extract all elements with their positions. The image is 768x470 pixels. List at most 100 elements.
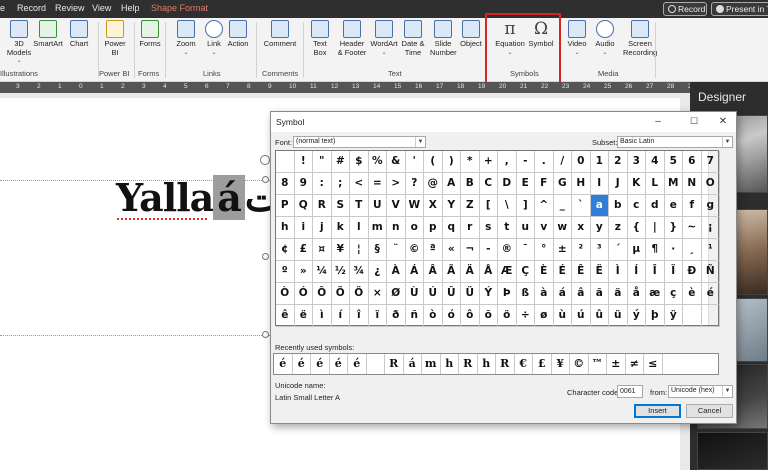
recent-symbol-cell[interactable]: £ [533, 354, 552, 374]
symbol-cell[interactable]: ² [572, 239, 591, 261]
symbol-cell[interactable]: < [350, 173, 369, 195]
recent-symbol-cell[interactable]: ≤ [644, 354, 663, 374]
symbol-cell[interactable]: J [609, 173, 628, 195]
menu-item-3[interactable]: View [92, 3, 111, 13]
symbol-cell[interactable]: Û [442, 283, 461, 305]
symbol-cell[interactable]: ú [572, 305, 591, 327]
symbol-cell[interactable]: ì [313, 305, 332, 327]
slide-number-button[interactable]: Slide Number [430, 20, 457, 57]
symbol-cell[interactable]: Ü [461, 283, 480, 305]
symbol-cell[interactable]: c [627, 195, 646, 217]
symbol-cell[interactable]: $ [350, 151, 369, 173]
recent-symbol-cell[interactable]: R [459, 354, 478, 374]
menu-item-2[interactable]: Review [55, 3, 85, 13]
symbol-cell[interactable]: Ú [424, 283, 443, 305]
symbol-cell[interactable]: ¤ [313, 239, 332, 261]
symbol-cell[interactable]: ] [516, 195, 535, 217]
symbol-cell[interactable]: 2 [609, 151, 628, 173]
menu-item-4[interactable]: Help [121, 3, 140, 13]
symbol-cell[interactable]: ª [424, 239, 443, 261]
symbol-cell[interactable]: ° [535, 239, 554, 261]
symbol-cell[interactable]: © [405, 239, 424, 261]
symbol-cell[interactable] [276, 151, 295, 173]
symbol-cell[interactable]: Q [294, 195, 313, 217]
symbol-cell[interactable]: ¸ [683, 239, 702, 261]
symbol-cell[interactable]: ç [664, 283, 683, 305]
symbol-cell[interactable]: | [646, 217, 665, 239]
symbol-cell[interactable]: L [646, 173, 665, 195]
symbol-cell[interactable]: õ [479, 305, 498, 327]
symbol-cell[interactable]: « [442, 239, 461, 261]
symbol-cell[interactable]: ^ [535, 195, 554, 217]
symbol-cell[interactable]: Ù [405, 283, 424, 305]
symbol-cell[interactable]: p [424, 217, 443, 239]
symbol-cell[interactable]: S [331, 195, 350, 217]
symbol-cell[interactable]: @ [424, 173, 443, 195]
symbol-cell[interactable]: v [535, 217, 554, 239]
symbol-cell[interactable]: O [701, 173, 720, 195]
symbol-cell[interactable]: f [683, 195, 702, 217]
symbol-cell[interactable]: } [664, 217, 683, 239]
symbol-cell[interactable]: À [387, 261, 406, 283]
symbol-cell[interactable]: Ê [572, 261, 591, 283]
recent-symbol-cell[interactable] [367, 354, 385, 374]
symbol-cell[interactable]: + [479, 151, 498, 173]
symbol-cell[interactable]: U [368, 195, 387, 217]
symbol-cell[interactable]: % [368, 151, 387, 173]
symbol-cell[interactable]: K [627, 173, 646, 195]
symbol-cell[interactable]: ¥ [331, 239, 350, 261]
symbol-cell[interactable]: n [387, 217, 406, 239]
symbol-cell[interactable]: Ø [387, 283, 406, 305]
symbol-cell[interactable]: · [664, 239, 683, 261]
chart-button[interactable]: Chart [68, 20, 90, 49]
symbol-cell[interactable]: ø [535, 305, 554, 327]
symbol-cell[interactable]: ð [387, 305, 406, 327]
record-button[interactable]: Record [663, 2, 707, 16]
recent-symbol-cell[interactable]: é [311, 354, 330, 374]
rotate-handle[interactable] [260, 155, 270, 165]
symbol-cell[interactable]: - [479, 239, 498, 261]
symbol-cell[interactable]: ù [553, 305, 572, 327]
symbol-cell[interactable]: o [405, 217, 424, 239]
symbol-cell[interactable]: Î [646, 261, 665, 283]
recent-symbols-row[interactable]: é é é é é Rá m h Rh R € £ ¥ © ™ ± ≠ ≤ [273, 353, 719, 375]
recent-symbol-cell[interactable]: ± [607, 354, 626, 374]
symbol-cell[interactable]: * [461, 151, 480, 173]
symbol-cell[interactable]: 0 [572, 151, 591, 173]
font-dropdown[interactable]: (normal text) ▼ [293, 136, 426, 148]
symbol-cell[interactable]: Ì [609, 261, 628, 283]
symbol-cell[interactable]: Ä [461, 261, 480, 283]
symbol-cell[interactable]: £ [294, 239, 313, 261]
symbol-cell[interactable]: Ö [350, 283, 369, 305]
symbol-cell[interactable]: ? [405, 173, 424, 195]
symbol-cell[interactable]: á [553, 283, 572, 305]
symbol-cell[interactable]: ( [424, 151, 443, 173]
symbol-cell[interactable] [683, 305, 702, 327]
symbol-cell[interactable]: § [368, 239, 387, 261]
symbol-cell[interactable]: s [479, 217, 498, 239]
symbol-cell[interactable]: m [368, 217, 387, 239]
zoom-button[interactable]: Zoom ⌄ [173, 20, 199, 57]
symbol-cell[interactable]: Å [479, 261, 498, 283]
symbol-cell[interactable]: º [276, 261, 295, 283]
recent-symbol-cell[interactable]: ™ [589, 354, 607, 374]
recent-symbol-cell[interactable]: é [274, 354, 293, 374]
symbol-cell[interactable]: ® [498, 239, 517, 261]
symbol-cell[interactable]: ë [294, 305, 313, 327]
recent-symbol-cell[interactable]: h [478, 354, 496, 374]
smartart-button[interactable]: SmartArt [33, 20, 63, 49]
symbol-cell[interactable]: > [387, 173, 406, 195]
symbol-cell[interactable]: l [350, 217, 369, 239]
symbol-cell[interactable]: i [294, 217, 313, 239]
symbol-cell[interactable]: 5 [664, 151, 683, 173]
symbol-cell[interactable]: ô [461, 305, 480, 327]
symbol-cell[interactable]: ê [276, 305, 295, 327]
symbol-cell[interactable]: C [479, 173, 498, 195]
symbol-grid[interactable]: ! " # $% & '() * +, -./0 1 2 3 4 5 6 7 8 9:; < = >? @ A B C D E F G H… [275, 150, 720, 327]
symbol-cell[interactable]: 4 [646, 151, 665, 173]
symbol-cell[interactable]: 3 [627, 151, 646, 173]
recent-symbol-cell[interactable]: € [515, 354, 533, 374]
symbol-cell[interactable]: ¯ [516, 239, 535, 261]
3d-models-button[interactable]: 3D Models ⌄ [6, 20, 32, 66]
recent-symbol-cell[interactable]: é [348, 354, 367, 374]
